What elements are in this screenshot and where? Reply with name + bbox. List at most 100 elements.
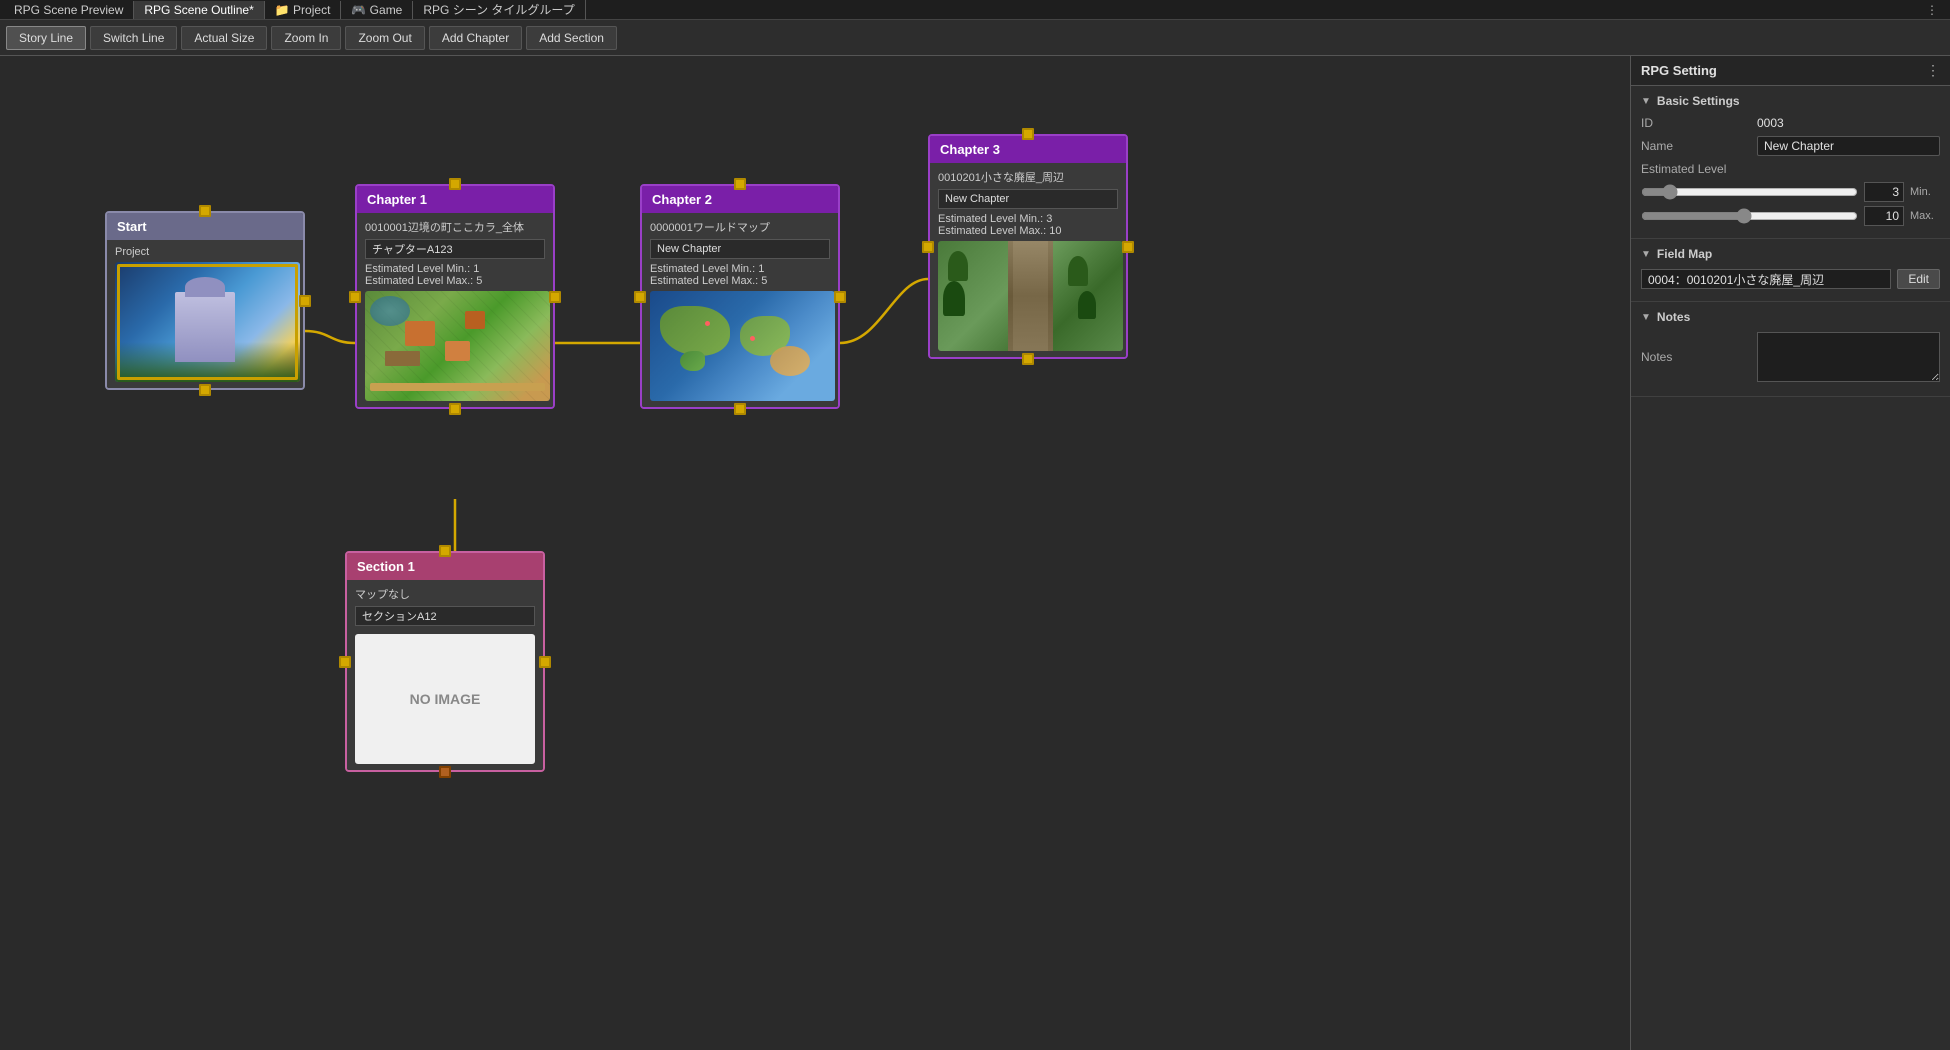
no-image-label: NO IMAGE xyxy=(410,691,481,707)
id-label: ID xyxy=(1641,116,1751,130)
ch2-level-info: Estimated Level Min.: 1Estimated Level M… xyxy=(650,263,830,287)
ch1-title: Chapter 1 xyxy=(367,192,427,207)
sec1-header: Section 1 xyxy=(347,553,543,580)
start-node: Start Project xyxy=(105,211,305,390)
node-canvas[interactable]: Start Project xyxy=(0,56,1630,1050)
id-row: ID 0003 xyxy=(1641,116,1940,130)
start-connector-top[interactable] xyxy=(199,205,211,217)
tab-game[interactable]: 🎮 Game xyxy=(341,1,413,19)
ch3-map-id: 0010201小さな廃屋_周辺 xyxy=(938,169,1118,185)
notes-textarea[interactable] xyxy=(1757,332,1940,382)
sec1-connector-left[interactable] xyxy=(339,656,351,668)
level-min-slider[interactable] xyxy=(1641,184,1858,200)
ch1-connector-left[interactable] xyxy=(349,291,361,303)
rp-title: RPG Setting xyxy=(1641,63,1717,78)
notes-section: ▼ Notes Notes xyxy=(1631,302,1950,397)
notes-label: Notes xyxy=(1641,350,1751,364)
main-area: Start Project xyxy=(0,56,1950,1050)
ch2-header: Chapter 2 xyxy=(642,186,838,213)
sec1-connector-top[interactable] xyxy=(439,545,451,557)
notes-arrow: ▼ xyxy=(1641,312,1651,323)
name-row: Name xyxy=(1641,136,1940,156)
chapter1-node: Chapter 1 0010001辺境の町ここカラ_全体 Estimated L… xyxy=(355,184,555,409)
name-input[interactable] xyxy=(1757,136,1940,156)
ch2-map-id: 0000001ワールドマップ xyxy=(650,219,830,235)
basic-settings-label: Basic Settings xyxy=(1657,94,1740,108)
tab-scene-outline[interactable]: RPG Scene Outline* xyxy=(134,1,264,19)
min-label: Min. xyxy=(1910,186,1940,198)
field-map-row: Edit xyxy=(1641,269,1940,289)
section1-node: Section 1 マップなし NO IMAGE xyxy=(345,551,545,772)
start-subtitle: Project xyxy=(115,246,295,258)
ch1-connector-right[interactable] xyxy=(549,291,561,303)
ch3-text-input[interactable] xyxy=(938,189,1118,209)
rp-header: RPG Setting ⋮ xyxy=(1631,56,1950,86)
ch1-header: Chapter 1 xyxy=(357,186,553,213)
field-map-header: ▼ Field Map xyxy=(1641,247,1940,261)
sec1-text-input[interactable] xyxy=(355,606,535,626)
ch3-connector-bottom[interactable] xyxy=(1022,353,1034,365)
estimated-level-row: Estimated Level xyxy=(1641,162,1940,176)
field-map-arrow: ▼ xyxy=(1641,249,1651,260)
right-panel: RPG Setting ⋮ ▼ Basic Settings ID 0003 N… xyxy=(1630,56,1950,1050)
notes-section-label: Notes xyxy=(1657,310,1690,324)
level-max-slider[interactable] xyxy=(1641,208,1858,224)
zoom-out-button[interactable]: Zoom Out xyxy=(345,26,424,50)
ch2-connector-top[interactable] xyxy=(734,178,746,190)
actual-size-button[interactable]: Actual Size xyxy=(181,26,267,50)
ch1-text-input[interactable] xyxy=(365,239,545,259)
ch2-connector-left[interactable] xyxy=(634,291,646,303)
field-map-edit-button[interactable]: Edit xyxy=(1897,269,1940,289)
sec1-connector-right[interactable] xyxy=(539,656,551,668)
ch1-map-id: 0010001辺境の町ここカラ_全体 xyxy=(365,219,545,235)
sec1-no-image: NO IMAGE xyxy=(355,634,535,764)
sec1-title: Section 1 xyxy=(357,559,415,574)
name-label: Name xyxy=(1641,139,1751,153)
start-connector-bottom[interactable] xyxy=(199,384,211,396)
add-section-button[interactable]: Add Section xyxy=(526,26,617,50)
tab-scene-preview[interactable]: RPG Scene Preview xyxy=(4,1,134,19)
id-value: 0003 xyxy=(1757,116,1940,130)
field-map-input[interactable] xyxy=(1641,269,1891,289)
ch3-connector-top[interactable] xyxy=(1022,128,1034,140)
ch1-connector-top[interactable] xyxy=(449,178,461,190)
ch3-connector-right[interactable] xyxy=(1122,241,1134,253)
basic-settings-header: ▼ Basic Settings xyxy=(1641,94,1940,108)
rp-more-icon[interactable]: ⋮ xyxy=(1926,62,1940,79)
notes-header: ▼ Notes xyxy=(1641,310,1940,324)
start-connector-right[interactable] xyxy=(299,295,311,307)
start-node-header: Start xyxy=(107,213,303,240)
sec1-map-id: マップなし xyxy=(355,586,535,602)
ch2-title: Chapter 2 xyxy=(652,192,712,207)
field-map-section: ▼ Field Map Edit xyxy=(1631,239,1950,302)
tab-project[interactable]: 📁 Project xyxy=(265,1,342,19)
topbar-more-icon[interactable]: ⋮ xyxy=(1918,1,1946,19)
ch1-connector-bottom[interactable] xyxy=(449,403,461,415)
max-label: Max. xyxy=(1910,210,1940,222)
tab-tile-group[interactable]: RPG シーン タイルグループ xyxy=(413,0,585,20)
ch3-level-info: Estimated Level Min.: 3Estimated Level M… xyxy=(938,213,1118,237)
story-line-button[interactable]: Story Line xyxy=(6,26,86,50)
level-max-row: Max. xyxy=(1641,206,1940,226)
chapter3-node: Chapter 3 0010201小さな廃屋_周辺 Estimated Leve… xyxy=(928,134,1128,359)
chapter2-node: Chapter 2 0000001ワールドマップ Estimated Level… xyxy=(640,184,840,409)
ch3-connector-left[interactable] xyxy=(922,241,934,253)
ch2-connector-bottom[interactable] xyxy=(734,403,746,415)
notes-row: Notes xyxy=(1641,332,1940,382)
ch1-level-info: Estimated Level Min.: 1Estimated Level M… xyxy=(365,263,545,287)
ch2-text-input[interactable] xyxy=(650,239,830,259)
basic-settings-section: ▼ Basic Settings ID 0003 Name Estimated … xyxy=(1631,86,1950,239)
ch3-header: Chapter 3 xyxy=(930,136,1126,163)
ch2-connector-right[interactable] xyxy=(834,291,846,303)
estimated-level-label: Estimated Level xyxy=(1641,162,1751,176)
basic-settings-arrow: ▼ xyxy=(1641,96,1651,107)
level-max-value[interactable] xyxy=(1864,206,1904,226)
switch-line-button[interactable]: Switch Line xyxy=(90,26,177,50)
zoom-in-button[interactable]: Zoom In xyxy=(271,26,341,50)
level-min-row: Min. xyxy=(1641,182,1940,202)
field-map-label: Field Map xyxy=(1657,247,1712,261)
level-min-value[interactable] xyxy=(1864,182,1904,202)
ch3-title: Chapter 3 xyxy=(940,142,1000,157)
sec1-connector-bottom[interactable] xyxy=(439,766,451,778)
add-chapter-button[interactable]: Add Chapter xyxy=(429,26,522,50)
